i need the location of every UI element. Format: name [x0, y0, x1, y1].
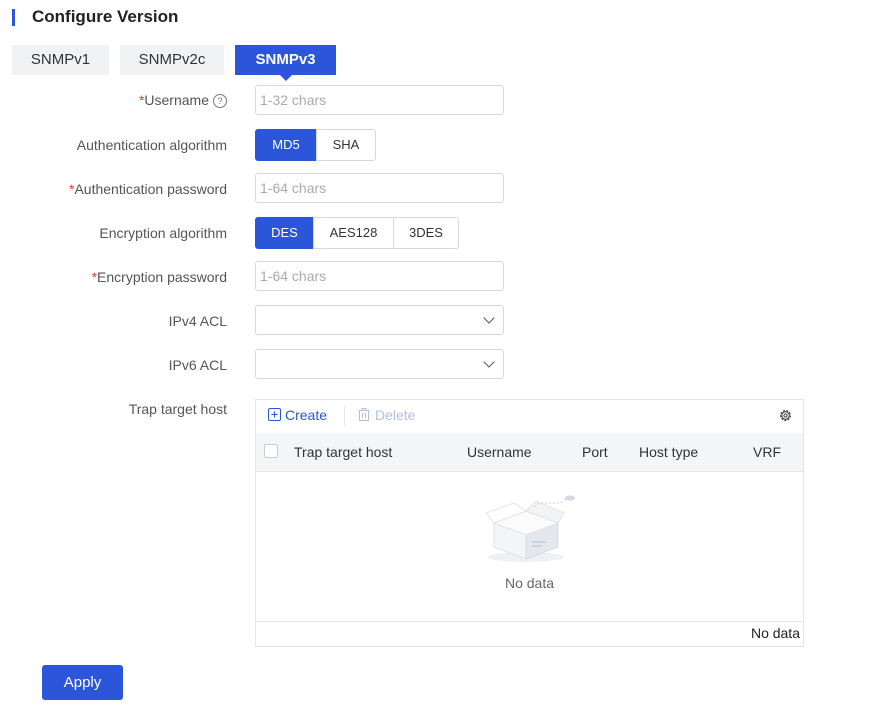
- table-footer: No data: [256, 621, 803, 646]
- auth-sha-option[interactable]: SHA: [316, 129, 376, 161]
- trash-icon: [358, 408, 370, 421]
- help-icon[interactable]: ?: [213, 94, 227, 108]
- tab-snmpv3[interactable]: SNMPv3: [235, 45, 336, 81]
- chevron-down-icon: [483, 356, 495, 368]
- encryption-algorithm-label: Encryption algorithm: [99, 225, 227, 241]
- ipv6-acl-select[interactable]: [255, 349, 504, 379]
- enc-3des-option[interactable]: 3DES: [393, 217, 459, 249]
- table-header: Trap target host Username Port Host type…: [256, 433, 803, 472]
- username-label: *Username?: [139, 92, 227, 108]
- ipv4-acl-select[interactable]: [255, 305, 504, 335]
- ipv6-acl-label: IPv6 ACL: [168, 357, 227, 373]
- add-icon: [268, 408, 281, 421]
- trap-host-table: Create Delete Trap target host Username …: [255, 399, 804, 647]
- column-port[interactable]: Port: [582, 444, 608, 460]
- encryption-password-label: *Encryption password: [91, 269, 227, 285]
- title-accent-bar: [12, 9, 15, 26]
- delete-button[interactable]: Delete: [358, 407, 415, 423]
- auth-algorithm-label: Authentication algorithm: [76, 137, 227, 153]
- apply-button[interactable]: Apply: [42, 665, 123, 700]
- username-input[interactable]: [255, 85, 504, 115]
- gear-icon[interactable]: [778, 408, 793, 426]
- auth-algorithm-group: MD5 SHA: [255, 129, 376, 161]
- empty-state-text: No data: [504, 575, 555, 591]
- empty-box-icon: [485, 495, 575, 562]
- auth-md5-option[interactable]: MD5: [255, 129, 317, 161]
- select-all-checkbox[interactable]: [264, 444, 278, 458]
- pagination-status: No data: [750, 625, 800, 641]
- chevron-down-icon: [483, 312, 495, 324]
- column-trap-target-host[interactable]: Trap target host: [294, 444, 392, 460]
- column-vrf[interactable]: VRF: [753, 444, 781, 460]
- tab-snmpv2c[interactable]: SNMPv2c: [120, 45, 224, 75]
- enc-des-option[interactable]: DES: [255, 217, 314, 249]
- trap-target-host-label: Trap target host: [128, 401, 227, 417]
- encryption-algorithm-group: DES AES128 3DES: [255, 217, 459, 249]
- table-toolbar: Create Delete: [256, 400, 803, 432]
- auth-password-input[interactable]: [255, 173, 504, 203]
- ipv4-acl-label: IPv4 ACL: [168, 313, 227, 329]
- auth-password-label: *Authentication password: [69, 181, 227, 197]
- column-host-type[interactable]: Host type: [639, 444, 698, 460]
- tab-snmpv1[interactable]: SNMPv1: [12, 45, 109, 75]
- page-title: Configure Version: [32, 7, 179, 26]
- create-button[interactable]: Create: [268, 407, 327, 423]
- encryption-password-input[interactable]: [255, 261, 504, 291]
- column-username[interactable]: Username: [467, 444, 532, 460]
- enc-aes128-option[interactable]: AES128: [313, 217, 394, 249]
- toolbar-divider: [344, 406, 345, 426]
